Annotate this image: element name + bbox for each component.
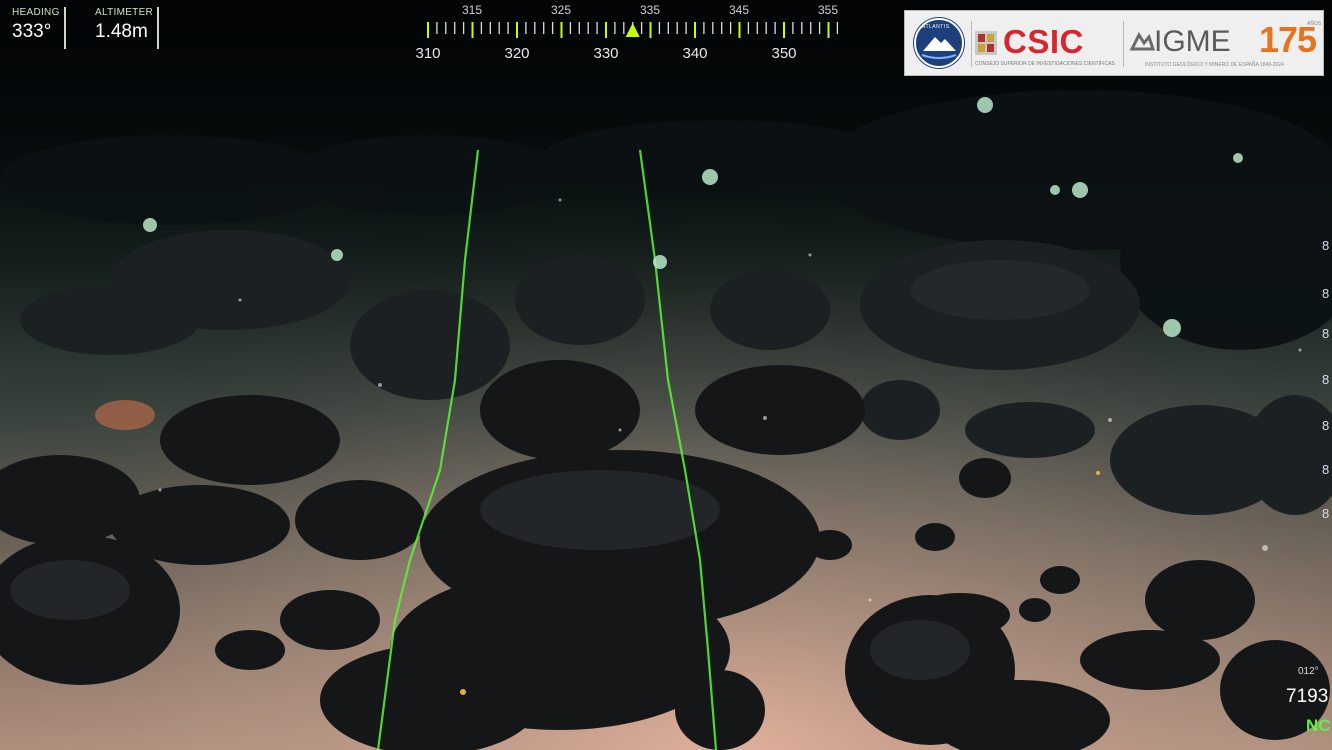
compass-label-lower: 310: [415, 45, 441, 62]
heading-value: 333°: [12, 21, 52, 42]
compass-label-upper: 315: [461, 3, 483, 17]
bottom-right-number: 7193: [1286, 686, 1329, 707]
heading-readout: HEADING 333°: [12, 7, 60, 43]
atlantis-logo: ATLANTIS: [913, 17, 965, 69]
compass-label-upper: 355: [817, 3, 839, 17]
csic-logo-text: CSIC: [1003, 23, 1084, 60]
atlantis-logo-text: ATLANTIS: [922, 24, 950, 30]
right-edge-mark: 8: [1322, 418, 1330, 433]
right-edge-mark: 8: [1322, 372, 1330, 387]
compass-tape: 315 325 335 345 355 310 320 330 340 350: [400, 0, 860, 70]
compass-label-upper: 345: [728, 3, 750, 17]
heading-label: HEADING: [12, 7, 60, 18]
logo-separator: [971, 21, 972, 67]
right-edge-mark: 8: [1322, 286, 1330, 301]
altimeter-readout: ALTIMETER 1.48m: [95, 7, 153, 43]
compass-label-lower: 350: [771, 45, 797, 62]
bottom-right-small-readout: 012°: [1298, 666, 1319, 677]
logo-separator: [1123, 21, 1124, 67]
compass-label-upper: 335: [639, 3, 661, 17]
bottom-right-status: NC: [1306, 716, 1331, 735]
compass-label-lower: 340: [682, 45, 708, 62]
igme-anniversary-label: AÑOS: [1307, 21, 1322, 27]
seafloor-video-frame: [0, 0, 1332, 750]
hud-divider: [157, 7, 159, 49]
compass-label-lower: 320: [504, 45, 530, 62]
igme-logo-text: IGME: [1154, 25, 1231, 58]
sponsor-logo-banner: ATLANTIS CSIC CONSEJO SUPERIOR DE INVEST…: [904, 10, 1324, 76]
csic-subtitle: CONSEJO SUPERIOR DE INVESTIGACIONES CIEN…: [975, 61, 1115, 67]
right-edge-mark: 8: [1322, 238, 1330, 253]
altimeter-value: 1.48m: [95, 21, 148, 42]
right-edge-mark: 8: [1322, 462, 1330, 477]
heading-pointer-icon: [625, 23, 640, 37]
igme-subtitle: INSTITUTO GEOLÓGICO Y MINERO DE ESPAÑA 1…: [1145, 62, 1284, 68]
igme-emblem-icon: [1129, 31, 1155, 51]
compass-label-lower: 330: [593, 45, 619, 62]
csic-emblem-icon: [975, 31, 997, 55]
right-edge-mark: 8: [1322, 326, 1330, 341]
altimeter-label: ALTIMETER: [95, 7, 154, 18]
seafloor-scene: [0, 0, 1332, 750]
hud-divider: [64, 7, 66, 49]
right-edge-mark: 8: [1322, 506, 1330, 521]
compass-label-upper: 325: [550, 3, 572, 17]
